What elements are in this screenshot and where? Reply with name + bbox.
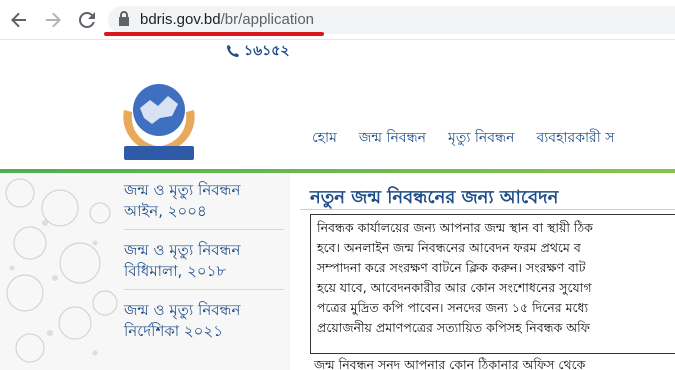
menu-item-birth-registration[interactable]: জন্ম নিবন্ধন xyxy=(359,126,426,150)
sidebar-link-act-2004[interactable]: জন্ম ও মৃত্যু নিবন্ধন আইন, ২০০৪ xyxy=(124,180,284,222)
certificate-note: জন্ম নিবন্ধন সনদ আপনার কোন ঠিকানার অফিস … xyxy=(314,357,586,370)
sidebar-link-line1: জন্ম ও মৃত্যু নিবন্ধন xyxy=(124,301,241,319)
reload-icon[interactable] xyxy=(76,9,98,31)
sidebar-separator xyxy=(124,229,284,230)
url-domain: bdris.gov.bd xyxy=(140,11,221,28)
forward-arrow-icon[interactable] xyxy=(42,9,64,31)
instruction-line: সম্পাদনা করে সংরক্ষণ বাটনে ক্লিক করুন। স… xyxy=(317,260,586,275)
hotline[interactable]: ১৬১৫২ xyxy=(226,39,289,63)
sidebar-link-line2: বিধিমালা, ২০১৮ xyxy=(124,262,227,280)
sidebar-link-line1: জন্ম ও মৃত্যু নিবন্ধন xyxy=(124,241,241,259)
instruction-line: পত্রের মুদ্রিত কপি পাবেন। সনদের জন্য ১৫ … xyxy=(317,300,589,315)
instruction-line: প্রয়োজনীয় প্রমাণপত্রের সত্যায়িত কপিসহ… xyxy=(317,320,590,335)
menu-item-user[interactable]: ব্যবহারকারী স xyxy=(536,126,614,150)
sidebar-link-line2: নির্দেশিকা ২০২১ xyxy=(124,322,223,340)
menu-item-death-registration[interactable]: মৃত্যু নিবন্ধন xyxy=(448,126,514,150)
url-path: /br/application xyxy=(220,11,315,28)
sidebar-link-rules-2018[interactable]: জন্ম ও মৃত্যু নিবন্ধন বিধিমালা, ২০১৮ xyxy=(124,240,284,282)
main-menu: হোম জন্ম নিবন্ধন মৃত্যু নিবন্ধন ব্যবহারক… xyxy=(312,126,614,150)
sidebar-link-line1: জন্ম ও মৃত্যু নিবন্ধন xyxy=(124,181,241,199)
decorative-pattern xyxy=(5,178,118,363)
hotline-number: ১৬১৫২ xyxy=(244,43,290,59)
menu-item-home[interactable]: হোম xyxy=(312,126,337,150)
browser-toolbar: bdris.gov.bd/br/application xyxy=(0,0,675,40)
instruction-line: নিবন্ধক কার্যালয়ের জন্য আপনার জন্ম স্থা… xyxy=(317,220,593,235)
sidebar-link-guideline-2021[interactable]: জন্ম ও মৃত্যু নিবন্ধন নির্দেশিকা ২০২১ xyxy=(124,300,284,342)
instruction-line: হবে। অনলাইন জন্ম নিবন্ধনের আবেদন ফরম প্র… xyxy=(317,240,581,255)
red-underline-annotation xyxy=(104,32,324,36)
url-text[interactable]: bdris.gov.bd/br/application xyxy=(140,11,314,28)
instruction-line: হয়ে যাবে, আবেদনকারীর আর কোন সংশোধনের সু… xyxy=(317,280,592,295)
instructions-box: নিবন্ধক কার্যালয়ের জন্য আপনার জন্ম স্থা… xyxy=(310,214,675,354)
lock-icon[interactable] xyxy=(118,11,130,31)
title-divider xyxy=(300,209,675,210)
site-header xyxy=(0,66,675,170)
birth-registration-logo[interactable] xyxy=(116,80,202,162)
phone-icon xyxy=(227,45,239,57)
sidebar-link-line2: আইন, ২০০৪ xyxy=(124,202,207,220)
back-arrow-icon[interactable] xyxy=(8,9,30,31)
sidebar-separator xyxy=(124,289,284,290)
